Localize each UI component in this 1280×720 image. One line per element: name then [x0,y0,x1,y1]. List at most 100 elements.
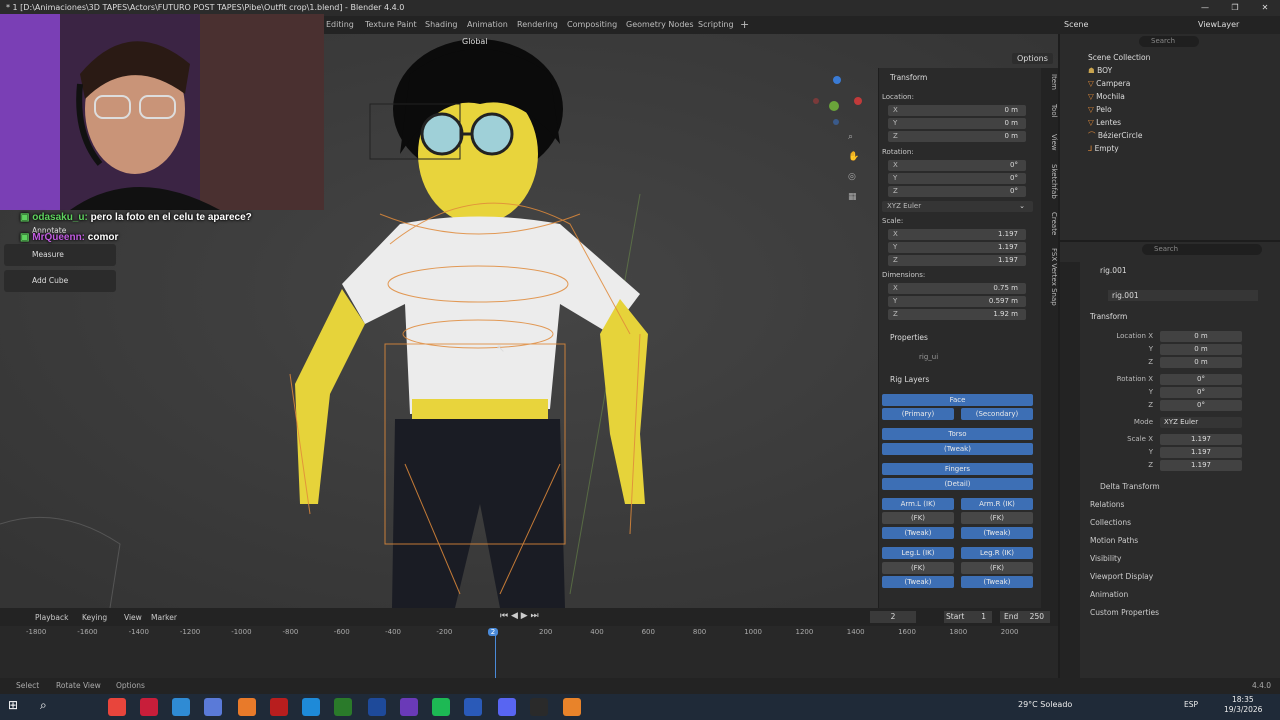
properties-heading[interactable]: Properties [890,333,928,342]
leg-l-fk-button[interactable]: (FK) [882,562,954,574]
tab-scripting[interactable]: Scripting [698,16,734,34]
section-collections[interactable]: Collections [1090,518,1131,527]
playhead-line[interactable] [495,628,496,678]
tab-compositing[interactable]: Compositing [567,16,617,34]
chrome-icon[interactable] [108,698,126,716]
location-z-field[interactable]: Z 0 m [888,131,1026,142]
discord-icon[interactable] [498,698,516,716]
word-icon[interactable] [464,698,482,716]
outliner-item-pelo[interactable]: ▽ Pelo [1088,104,1112,116]
app-icon[interactable] [302,698,320,716]
section-visibility[interactable]: Visibility [1090,554,1121,563]
leg-r-ik-button[interactable]: Leg.R (IK) [961,547,1033,559]
transform-heading[interactable]: Transform [890,73,927,82]
torso-tweak-button[interactable]: (Tweak) [882,443,1033,455]
tab-tool[interactable]: Tool [1041,104,1058,118]
prop-rotation-z[interactable]: 0° [1160,400,1242,411]
edge-icon[interactable] [172,698,190,716]
rotation-x-field[interactable]: X 0° [888,160,1026,171]
spotify-icon[interactable] [432,698,450,716]
arm-l-fk-button[interactable]: (FK) [882,512,954,524]
rig-layers-heading[interactable]: Rig Layers [890,375,929,384]
close-icon[interactable]: ✕ [1250,0,1280,16]
opera-icon[interactable] [140,698,158,716]
euler-mode-dropdown[interactable]: XYZ Euler ⌄ [882,201,1033,212]
clock-date[interactable]: 19/3/2026 [1224,705,1262,714]
weather-widget[interactable]: 29°C Soleado [1018,700,1072,709]
tab-editing[interactable]: Editing [326,16,354,34]
clock-time[interactable]: 18:35 [1232,695,1254,704]
maximize-icon[interactable]: ❐ [1220,0,1250,16]
prop-scale-y[interactable]: 1.197 [1160,447,1242,458]
outliner-item-lentes[interactable]: ▽ Lentes [1088,117,1121,129]
blender-icon[interactable] [563,698,581,716]
scale-z-field[interactable]: Z 1.197 [888,255,1026,266]
prop-scale-z[interactable]: 1.197 [1160,460,1242,471]
leg-r-fk-button[interactable]: (FK) [961,562,1033,574]
leg-l-tweak-button[interactable]: (Tweak) [882,576,954,588]
scale-x-field[interactable]: X 1.197 [888,229,1026,240]
prop-rotation-x[interactable]: 0° [1160,374,1242,385]
orientation-dropdown[interactable]: Global [462,37,488,46]
section-delta-transform[interactable]: Delta Transform [1100,482,1160,491]
torso-layer-button[interactable]: Torso [882,428,1033,440]
zoom-icon[interactable]: ⌕ [848,132,853,142]
prop-location-y[interactable]: 0 m [1160,344,1242,355]
face-primary-button[interactable]: (Primary) [882,408,954,420]
section-viewport-display[interactable]: Viewport Display [1090,572,1153,581]
options-button[interactable]: Options [1012,53,1053,64]
pan-hand-icon[interactable]: ✋ [848,152,859,162]
arm-r-fk-button[interactable]: (FK) [961,512,1033,524]
add-workspace-icon[interactable]: + [740,16,749,34]
tab-geometry-nodes[interactable]: Geometry Nodes [626,16,693,34]
tab-sketchfab[interactable]: Sketchfab [1041,164,1058,199]
outliner-search[interactable]: Search [1139,36,1199,47]
outliner-item-empty[interactable]: ⅃ Empty [1088,143,1119,155]
app-icon[interactable] [270,698,288,716]
rotation-mode-dropdown[interactable]: XYZ Euler [1160,417,1242,428]
scene-collection[interactable]: Scene Collection [1088,52,1150,64]
scene-selector[interactable]: Scene [1064,16,1088,34]
outliner-item-beziercircle[interactable]: ⌒ BézierCircle [1088,130,1142,142]
grid-icon[interactable]: ▦ [848,192,857,202]
keying-menu[interactable]: Keying [82,613,107,622]
scale-y-field[interactable]: Y 1.197 [888,242,1026,253]
arm-r-ik-button[interactable]: Arm.R (IK) [961,498,1033,510]
language-indicator[interactable]: ESP [1184,700,1198,709]
arm-r-tweak-button[interactable]: (Tweak) [961,527,1033,539]
rotation-y-field[interactable]: Y 0° [888,173,1026,184]
view-menu[interactable]: View [124,613,142,622]
tab-texture-paint[interactable]: Texture Paint [365,16,417,34]
leg-l-ik-button[interactable]: Leg.L (IK) [882,547,954,559]
object-name-field[interactable]: rig.001 [1108,290,1258,301]
tab-create[interactable]: Create [1041,212,1058,235]
dimensions-y-field[interactable]: Y 0.597 m [888,296,1026,307]
marker-menu[interactable]: Marker [151,613,177,622]
start-frame-field[interactable]: Start 1 [944,611,992,623]
section-relations[interactable]: Relations [1090,500,1124,509]
arm-l-ik-button[interactable]: Arm.L (IK) [882,498,954,510]
tab-rendering[interactable]: Rendering [517,16,558,34]
location-x-field[interactable]: X 0 m [888,105,1026,116]
pycharm-icon[interactable] [334,698,352,716]
face-layer-button[interactable]: Face [882,394,1033,406]
leg-r-tweak-button[interactable]: (Tweak) [961,576,1033,588]
tab-fsx-vertex-snap[interactable]: FSX Vertex Snap [1041,248,1058,306]
prop-location-x[interactable]: 0 m [1160,331,1242,342]
section-animation[interactable]: Animation [1090,590,1128,599]
section-custom-properties[interactable]: Custom Properties [1090,608,1159,617]
current-frame-field[interactable]: 2 [870,611,916,623]
tab-shading[interactable]: Shading [425,16,458,34]
search-icon[interactable]: ⌕ [40,698,47,713]
arm-l-tweak-button[interactable]: (Tweak) [882,527,954,539]
fingers-detail-button[interactable]: (Detail) [882,478,1033,490]
tab-animation[interactable]: Animation [467,16,508,34]
app-icon[interactable] [400,698,418,716]
dimensions-z-field[interactable]: Z 1.92 m [888,309,1026,320]
prop-location-z[interactable]: 0 m [1160,357,1242,368]
playback-menu[interactable]: Playback [35,613,68,622]
tool-add-cube[interactable]: Add Cube [4,270,116,292]
outliner-item-mochila[interactable]: ▽ Mochila [1088,91,1125,103]
dimensions-x-field[interactable]: X 0.75 m [888,283,1026,294]
visual-studio-icon[interactable] [368,698,386,716]
